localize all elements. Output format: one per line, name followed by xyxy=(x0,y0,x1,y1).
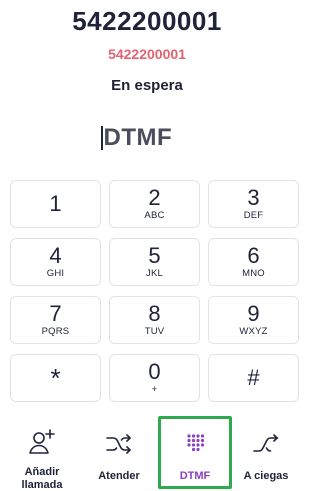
key-3[interactable]: 3 DEF xyxy=(208,180,299,228)
key-5[interactable]: 5 JKL xyxy=(109,238,200,286)
key-letters: DEF xyxy=(243,210,264,221)
key-letters: TUV xyxy=(144,326,165,337)
key-digit: 6 xyxy=(247,243,260,268)
dtmf-display xyxy=(0,122,294,154)
key-digit: 5 xyxy=(148,243,161,268)
key-6[interactable]: 6 MNO xyxy=(208,238,299,286)
key-digit: 2 xyxy=(148,185,161,210)
key-1[interactable]: 1 xyxy=(10,180,101,228)
caller-subnumber: 5422200001 xyxy=(108,46,186,62)
key-letters: + xyxy=(151,384,158,395)
add-call-label-line1: Añadir xyxy=(24,466,60,478)
key-digit: 7 xyxy=(49,301,62,326)
key-0[interactable]: 0 + xyxy=(109,354,200,402)
key-digit: 4 xyxy=(49,243,62,268)
key-digit: # xyxy=(247,365,260,390)
key-star[interactable]: * xyxy=(10,354,101,402)
key-9[interactable]: 9 WXYZ xyxy=(208,296,299,344)
key-letters: JKL xyxy=(146,268,163,279)
call-status: En espera xyxy=(111,77,183,94)
add-call-label-line2: llamada xyxy=(21,479,63,491)
key-digit: 0 xyxy=(148,359,161,384)
key-letters: WXYZ xyxy=(239,326,268,337)
key-digit: * xyxy=(50,363,61,393)
key-7[interactable]: 7 PQRS xyxy=(10,296,101,344)
key-digit: 1 xyxy=(49,190,62,216)
dial-keypad: 1 2 ABC 3 DEF 4 GHI 5 JKL 6 MNO 7 PQRS 8 xyxy=(10,180,299,402)
attend-label: Atender xyxy=(98,470,140,482)
add-user-icon xyxy=(27,424,57,460)
shuffle-icon xyxy=(105,424,133,464)
key-digit: 8 xyxy=(148,301,161,326)
key-digit: 9 xyxy=(247,301,260,326)
blind-transfer-button[interactable]: A ciegas xyxy=(238,416,294,491)
dtmf-input[interactable] xyxy=(103,124,194,152)
key-letters: ABC xyxy=(144,210,165,221)
key-8[interactable]: 8 TUV xyxy=(109,296,200,344)
key-letters: PQRS xyxy=(41,326,70,337)
attend-button[interactable]: Atender xyxy=(88,416,150,491)
blind-transfer-label: A ciegas xyxy=(243,470,289,482)
blind-transfer-icon xyxy=(252,424,280,464)
add-call-label: Añadir llamada xyxy=(22,466,63,491)
key-letters: MNO xyxy=(242,268,265,279)
key-hash[interactable]: # xyxy=(208,354,299,402)
keypad-dots-icon xyxy=(183,424,207,464)
key-digit: 3 xyxy=(247,185,260,210)
key-letters: GHI xyxy=(46,268,65,279)
key-4[interactable]: 4 GHI xyxy=(10,238,101,286)
call-actions-bar: Añadir llamada Atender DTMF A ciegas xyxy=(0,416,294,491)
add-call-button[interactable]: Añadir llamada xyxy=(14,416,70,491)
caller-number: 5422200001 xyxy=(72,6,222,36)
dtmf-button[interactable]: DTMF xyxy=(158,416,232,489)
call-screen: 5422200001 5422200001 En espera 1 2 ABC … xyxy=(0,0,299,491)
key-2[interactable]: 2 ABC xyxy=(109,180,200,228)
text-caret xyxy=(100,126,103,150)
dtmf-label: DTMF xyxy=(179,470,211,482)
